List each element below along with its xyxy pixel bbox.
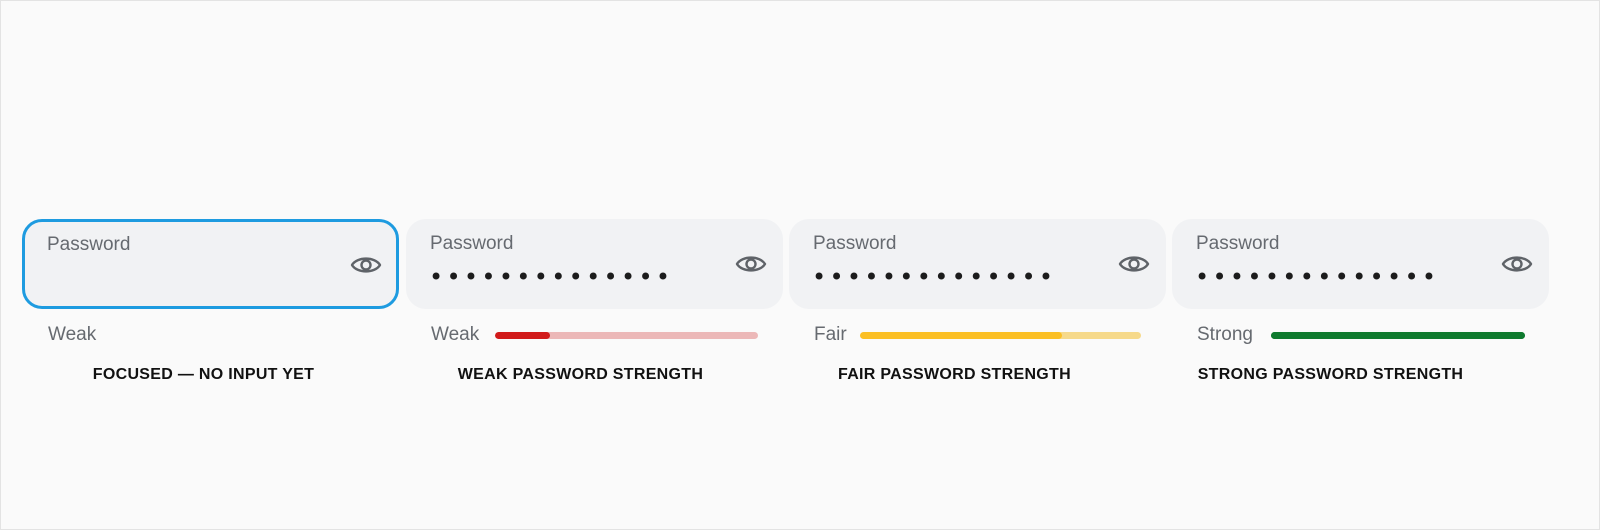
strength-meter-fill [495, 332, 551, 339]
strength-meter [860, 332, 1141, 339]
strength-label: Weak [431, 324, 480, 345]
password-value: •••••••••••••• [812, 263, 1057, 291]
field-label: Password [47, 234, 131, 255]
eye-icon[interactable] [350, 253, 382, 277]
password-field-weak[interactable]: Password •••••••••••••• [406, 219, 783, 309]
state-caption: FOCUSED — NO INPUT YET [92, 366, 315, 383]
canvas: Password Weak FOCUSED — NO INPUT YET Pas… [0, 0, 1600, 530]
password-value: •••••••••••••• [1195, 263, 1440, 291]
password-field-focused[interactable]: Password [22, 219, 399, 309]
strength-meter-fill [1271, 332, 1525, 339]
password-value: •••••••••••••• [429, 263, 674, 291]
strength-label: Fair [814, 324, 847, 345]
password-field-fair[interactable]: Password •••••••••••••• [789, 219, 1166, 309]
state-caption: WEAK PASSWORD STRENGTH [457, 366, 704, 383]
state-caption: STRONG PASSWORD STRENGTH [1197, 366, 1464, 383]
strength-label: Strong [1197, 324, 1253, 345]
eye-icon[interactable] [1501, 252, 1533, 276]
field-label: Password [430, 233, 514, 254]
eye-icon[interactable] [735, 252, 767, 276]
strength-meter [495, 332, 758, 339]
strength-label: Weak [48, 324, 97, 345]
eye-icon[interactable] [1118, 252, 1150, 276]
state-caption: FAIR PASSWORD STRENGTH [838, 366, 1071, 383]
field-label: Password [1196, 233, 1280, 254]
strength-meter-fill [860, 332, 1063, 339]
strength-meter [1271, 332, 1525, 339]
field-label: Password [813, 233, 897, 254]
password-field-strong[interactable]: Password •••••••••••••• [1172, 219, 1549, 309]
